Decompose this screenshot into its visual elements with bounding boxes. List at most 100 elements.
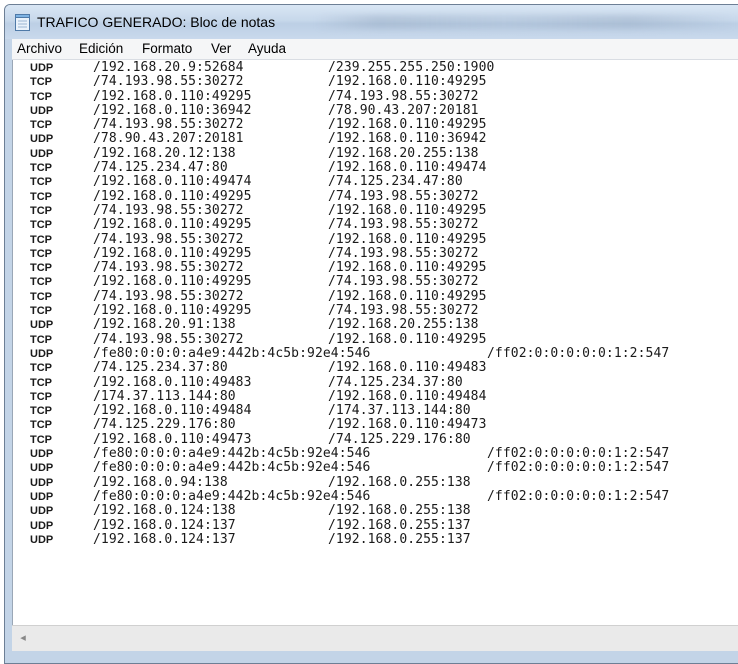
text-editor-area[interactable]: UDP/192.168.20.9:52684/239.255.255.250:1… (12, 60, 738, 625)
source-address: /192.168.0.110:49295 (93, 274, 252, 290)
protocol-label: TCP (30, 390, 52, 403)
protocol-label: UDP (30, 533, 54, 546)
destination-address: /192.168.20.255:138 (328, 317, 479, 333)
destination-address: /192.168.0.255:137 (328, 531, 471, 547)
notepad-window: TRAFICO GENERADO: Bloc de notas Archivo … (4, 4, 738, 664)
protocol-label: TCP (30, 362, 52, 375)
destination-address: /192.168.0.110:49295 (328, 331, 487, 347)
protocol-label: UDP (30, 476, 54, 489)
destination-address: /192.168.0.110:49295 (328, 288, 487, 304)
menu-bar: Archivo Edición Formato Ver Ayuda (12, 39, 738, 60)
destination-address: /192.168.0.255:137 (328, 517, 471, 533)
destination-address: /ff02:0:0:0:0:0:1:2:547 (487, 460, 670, 476)
source-address: /192.168.0.110:49295 (93, 217, 252, 233)
source-address: /74.193.98.55:30272 (93, 74, 244, 90)
destination-address: /ff02:0:0:0:0:0:1:2:547 (487, 345, 670, 361)
source-address: /fe80:0:0:0:a4e9:442b:4c5b:92e4:546 (93, 460, 371, 476)
destination-address: /74.193.98.55:30272 (328, 245, 479, 261)
destination-address: /192.168.0.110:49295 (328, 260, 487, 276)
source-address: /fe80:0:0:0:a4e9:442b:4c5b:92e4:546 (93, 446, 371, 462)
protocol-label: TCP (30, 219, 52, 232)
destination-address: /74.193.98.55:30272 (328, 303, 479, 319)
protocol-label: TCP (30, 405, 52, 418)
destination-address: /78.90.43.207:20181 (328, 102, 479, 118)
protocol-label: TCP (30, 76, 52, 89)
menu-archivo[interactable]: Archivo (17, 41, 62, 56)
destination-address: /192.168.0.255:138 (328, 474, 471, 490)
protocol-label: UDP (30, 448, 54, 461)
protocol-label: TCP (30, 119, 52, 132)
menu-ayuda[interactable]: Ayuda (248, 41, 286, 56)
source-address: /192.168.0.110:49295 (93, 188, 252, 204)
protocol-label: TCP (30, 233, 52, 246)
protocol-label: TCP (30, 276, 52, 289)
destination-address: /192.168.0.110:49295 (328, 231, 487, 247)
destination-address: /74.125.234.37:80 (328, 374, 463, 390)
destination-address: /74.193.98.55:30272 (328, 217, 479, 233)
source-address: /192.168.0.110:49295 (93, 245, 252, 261)
menu-edicion[interactable]: Edición (79, 41, 123, 56)
source-address: /192.168.0.110:49295 (93, 303, 252, 319)
destination-address: /74.193.98.55:30272 (328, 188, 479, 204)
destination-address: /192.168.0.110:49295 (328, 74, 487, 90)
notepad-icon (15, 14, 30, 31)
destination-address: /192.168.0.110:49474 (328, 160, 487, 176)
protocol-label: UDP (30, 490, 54, 503)
source-address: /74.193.98.55:30272 (93, 288, 244, 304)
destination-address: /ff02:0:0:0:0:0:1:2:547 (487, 488, 670, 504)
source-address: /78.90.43.207:20181 (93, 131, 244, 147)
source-address: /74.193.98.55:30272 (93, 260, 244, 276)
source-address: /192.168.0.110:49295 (93, 88, 252, 104)
source-address: /192.168.0.110:49483 (93, 374, 252, 390)
protocol-label: TCP (30, 90, 52, 103)
protocol-label: UDP (30, 519, 54, 532)
destination-address: /192.168.20.255:138 (328, 145, 479, 161)
protocol-label: UDP (30, 133, 54, 146)
destination-address: /192.168.0.110:49473 (328, 417, 487, 433)
source-address: /fe80:0:0:0:a4e9:442b:4c5b:92e4:546 (93, 488, 371, 504)
protocol-label: TCP (30, 376, 52, 389)
protocol-label: TCP (30, 162, 52, 175)
source-address: /192.168.0.110:49474 (93, 174, 252, 190)
source-address: /192.168.0.110:49473 (93, 431, 252, 447)
source-address: /192.168.0.94:138 (93, 474, 228, 490)
destination-address: /74.125.229.176:80 (328, 431, 471, 447)
protocol-label: TCP (30, 433, 52, 446)
source-address: /192.168.0.124:137 (93, 531, 236, 547)
title-bar[interactable]: TRAFICO GENERADO: Bloc de notas (5, 5, 738, 39)
source-address: /192.168.20.9:52684 (93, 60, 244, 75)
protocol-label: TCP (30, 333, 52, 346)
horizontal-scrollbar[interactable]: ◂ (12, 625, 738, 651)
source-address: /192.168.20.12:138 (93, 145, 236, 161)
protocol-label: UDP (30, 462, 54, 475)
protocol-label: TCP (30, 190, 52, 203)
destination-address: /192.168.0.110:49484 (328, 388, 487, 404)
protocol-label: TCP (30, 305, 52, 318)
protocol-label: UDP (30, 62, 54, 74)
destination-address: /74.193.98.55:30272 (328, 88, 479, 104)
source-address: /192.168.20.91:138 (93, 317, 236, 333)
destination-address: /74.125.234.47:80 (328, 174, 463, 190)
blurred-title-region (315, 15, 735, 29)
source-address: /192.168.0.124:138 (93, 503, 236, 519)
destination-address: /192.168.0.110:49483 (328, 360, 487, 376)
protocol-label: TCP (30, 290, 52, 303)
source-address: /74.125.234.47:80 (93, 160, 228, 176)
protocol-label: TCP (30, 204, 52, 217)
menu-formato[interactable]: Formato (142, 41, 192, 56)
destination-address: /192.168.0.110:49295 (328, 202, 487, 218)
chevron-left-icon[interactable]: ◂ (14, 629, 32, 647)
destination-address: /192.168.0.255:138 (328, 503, 471, 519)
protocol-label: UDP (30, 505, 54, 518)
destination-address: /239.255.255.250:1900 (328, 60, 495, 75)
destination-address: /174.37.113.144:80 (328, 403, 471, 419)
window-title: TRAFICO GENERADO: Bloc de notas (37, 14, 276, 30)
source-address: /192.168.0.124:137 (93, 517, 236, 533)
destination-address: /ff02:0:0:0:0:0:1:2:547 (487, 446, 670, 462)
source-address: /74.193.98.55:30272 (93, 231, 244, 247)
source-address: /74.125.234.37:80 (93, 360, 228, 376)
destination-address: /74.193.98.55:30272 (328, 274, 479, 290)
menu-ver[interactable]: Ver (211, 41, 231, 56)
protocol-label: TCP (30, 419, 52, 432)
source-address: /192.168.0.110:36942 (93, 102, 252, 118)
